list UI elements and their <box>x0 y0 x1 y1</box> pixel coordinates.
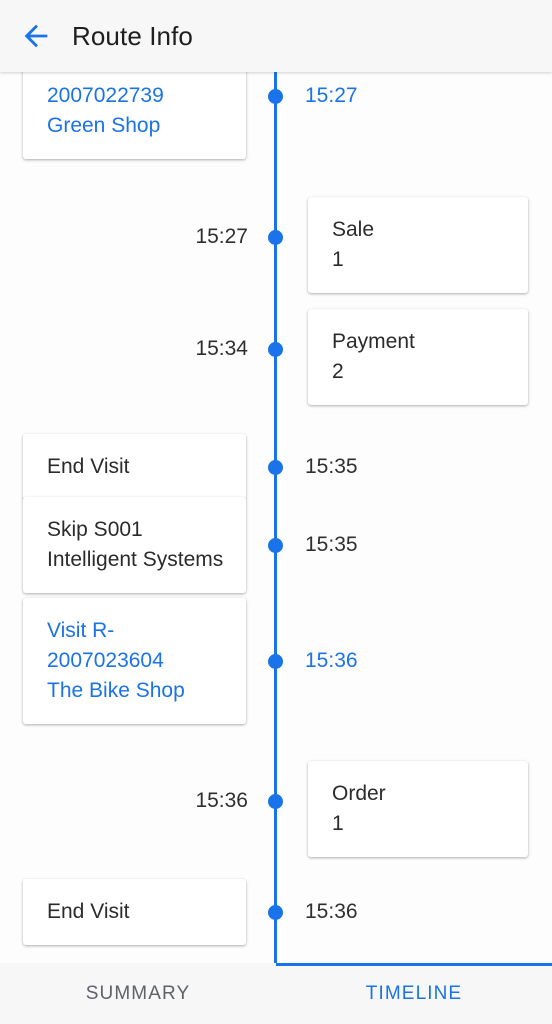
timeline-dot <box>268 460 283 475</box>
arrow-left-icon <box>24 24 48 48</box>
timeline-timestamp: 15:36 <box>305 900 358 923</box>
card-primary-text: Visit R-2007022739 <box>47 72 164 107</box>
tab-summary-label: SUMMARY <box>85 982 191 1004</box>
timeline-dot <box>268 905 283 920</box>
card-secondary-text: 2 <box>332 360 344 383</box>
timeline-card[interactable]: Sale 1 <box>308 197 528 293</box>
timeline-dot <box>268 538 283 553</box>
timeline-dot <box>268 794 283 809</box>
timeline-list[interactable]: Visit R-2007022739 Green Shop 15:27 Sale 1 15… <box>0 72 552 963</box>
tab-timeline[interactable]: TIMELINE <box>276 963 552 1024</box>
timeline-timestamp: 15:34 <box>195 337 248 360</box>
tab-summary[interactable]: SUMMARY <box>0 963 276 1024</box>
timeline-dot <box>268 89 283 104</box>
timeline-dot <box>268 230 283 245</box>
timeline-dot <box>268 342 283 357</box>
card-primary-text: Skip S001 <box>47 518 143 541</box>
timeline-timestamp: 15:35 <box>305 455 358 478</box>
card-primary-text: End Visit <box>47 900 130 923</box>
timeline-card[interactable]: Visit R-2007022739 Green Shop <box>23 72 246 159</box>
tab-timeline-label: TIMELINE <box>365 982 463 1004</box>
timeline-timestamp: 15:35 <box>305 533 358 556</box>
card-secondary-text: Intelligent Systems <box>47 548 224 571</box>
timeline-card[interactable]: Order 1 <box>308 761 528 857</box>
back-button[interactable] <box>8 8 64 64</box>
page-title: Route Info <box>72 20 193 51</box>
timeline-card[interactable]: End Visit <box>23 434 246 500</box>
timeline-card[interactable]: End Visit <box>23 879 246 945</box>
card-primary-text: Sale <box>332 218 375 241</box>
route-info-screen: Route Info Visit R-2007022739 Green Shop 1… <box>0 0 552 1024</box>
app-bar: Route Info <box>0 0 552 72</box>
timeline-timestamp: 15:27 <box>195 225 248 248</box>
card-primary-text: Payment <box>332 330 415 353</box>
timeline-dot <box>268 654 283 669</box>
card-secondary-text: 1 <box>332 248 344 271</box>
card-primary-text: End Visit <box>47 455 130 478</box>
card-secondary-text: 1 <box>332 812 344 835</box>
timeline-card[interactable]: Skip S001 Intelligent Systems <box>23 497 246 593</box>
card-primary-text: Visit R-2007023604 <box>47 619 164 672</box>
card-primary-text: Order <box>332 782 386 805</box>
card-secondary-text: Green Shop <box>47 114 161 137</box>
timeline-timestamp: 15:36 <box>305 649 358 672</box>
timeline-card[interactable]: Payment 2 <box>308 309 528 405</box>
timeline-card[interactable]: Visit R-2007023604 The Bike Shop <box>23 598 246 724</box>
card-secondary-text: The Bike Shop <box>47 679 185 702</box>
timeline-timestamp: 15:27 <box>305 84 358 107</box>
timeline-timestamp: 15:36 <box>195 789 248 812</box>
tab-bar: SUMMARY TIMELINE <box>0 963 552 1024</box>
timeline-rail <box>274 72 277 963</box>
